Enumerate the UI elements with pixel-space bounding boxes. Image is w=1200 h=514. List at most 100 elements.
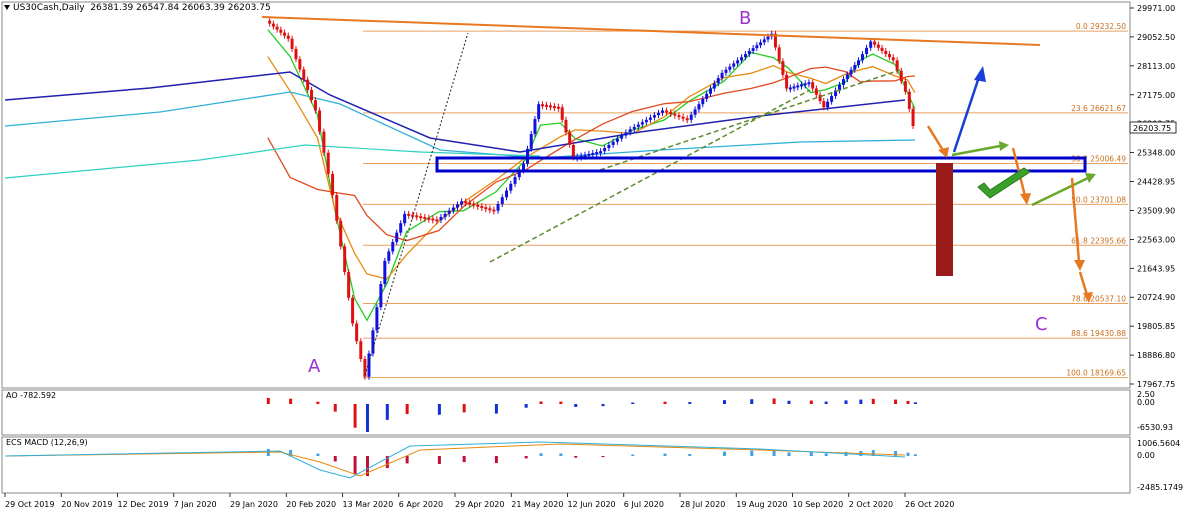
ao-bar bbox=[437, 404, 441, 415]
ao-bar bbox=[494, 404, 498, 414]
candle-body bbox=[803, 83, 807, 86]
candle-body bbox=[615, 138, 619, 142]
candle-body bbox=[496, 203, 500, 211]
candle-body bbox=[322, 131, 326, 153]
y-tick-label: 20724.90 bbox=[1137, 293, 1175, 302]
candle-body bbox=[286, 35, 290, 39]
candle-body bbox=[387, 251, 391, 261]
candle-body bbox=[624, 132, 628, 136]
macd-bar bbox=[316, 453, 320, 456]
price-chart: 0.0 29232.5023.6 26621.6738.2 25006.4950… bbox=[1, 1, 1183, 509]
candle-body bbox=[873, 41, 877, 45]
candle-body bbox=[513, 177, 517, 184]
macd-bar bbox=[333, 456, 337, 462]
macd-bar bbox=[631, 454, 635, 456]
candle-body bbox=[884, 50, 888, 55]
candle-body bbox=[830, 96, 834, 102]
candle-body bbox=[665, 110, 669, 113]
y-tick-label: 18886.80 bbox=[1137, 351, 1175, 360]
candle-body bbox=[628, 129, 632, 133]
macd-bar bbox=[688, 453, 692, 456]
candle-body bbox=[383, 260, 387, 285]
ao-bar bbox=[353, 404, 357, 428]
candle-body bbox=[656, 112, 660, 116]
candle-body bbox=[526, 148, 530, 164]
candle-body bbox=[860, 54, 864, 61]
ao-y-label: -6530.93 bbox=[1137, 423, 1173, 432]
candle-body bbox=[845, 74, 849, 80]
candle-body bbox=[660, 110, 664, 113]
candle-body bbox=[533, 119, 537, 134]
candle-body bbox=[359, 341, 363, 359]
candle-body bbox=[529, 133, 533, 149]
candle-body bbox=[903, 81, 907, 92]
macd-bar bbox=[559, 453, 563, 456]
candle-body bbox=[677, 115, 681, 118]
candle-body bbox=[880, 47, 884, 51]
candle-body bbox=[640, 122, 644, 125]
candle-body bbox=[732, 63, 736, 67]
candle-body bbox=[681, 116, 685, 119]
x-tick-label: 6 Apr 2020 bbox=[399, 500, 443, 509]
candle-body bbox=[799, 84, 803, 87]
candle-body bbox=[399, 223, 403, 233]
macd-bar bbox=[663, 453, 667, 456]
candle-body bbox=[431, 218, 435, 221]
x-tick-label: 21 May 2020 bbox=[511, 500, 563, 509]
candle-body bbox=[796, 85, 800, 88]
macd-bar bbox=[524, 456, 528, 459]
macd-bar bbox=[723, 451, 727, 456]
candle-body bbox=[728, 66, 732, 70]
candle-body bbox=[587, 153, 591, 156]
y-tick-label: 29971.00 bbox=[1137, 4, 1175, 13]
ao-bar bbox=[365, 404, 369, 432]
candle-body bbox=[736, 60, 740, 64]
y-tick-label: 17967.75 bbox=[1137, 380, 1175, 389]
ao-bar bbox=[289, 398, 293, 404]
candle-body bbox=[522, 163, 526, 171]
candle-body bbox=[484, 207, 488, 210]
candle-body bbox=[500, 197, 504, 204]
candle-body bbox=[331, 173, 335, 196]
candle-body bbox=[290, 38, 294, 49]
candle-body bbox=[781, 61, 785, 75]
candle-body bbox=[560, 107, 564, 120]
macd-bar bbox=[906, 452, 910, 456]
candle-body bbox=[351, 297, 355, 324]
candle-body bbox=[611, 141, 615, 145]
macd-panel-frame bbox=[1, 436, 1131, 494]
candle-body bbox=[371, 330, 375, 354]
candle-body bbox=[853, 65, 857, 70]
candle-body bbox=[907, 91, 911, 109]
ao-bar bbox=[559, 401, 563, 404]
time-axis: 29 Oct 2019 20 Nov 2019 12 Dec 2019 7 Jan 2… bbox=[4, 493, 954, 509]
candle-body bbox=[822, 101, 826, 108]
chart-header: US30Cash,Daily 26381.39 26547.84 26063.3… bbox=[4, 3, 271, 13]
x-tick-label: 12 Dec 2019 bbox=[118, 500, 169, 509]
ao-bar bbox=[906, 400, 910, 404]
last-price-label: 26203.75 bbox=[1133, 124, 1171, 133]
candle-body bbox=[888, 54, 892, 58]
x-tick-label: 13 Mar 2020 bbox=[343, 500, 394, 509]
x-tick-label: 6 Jul 2020 bbox=[624, 500, 664, 509]
ao-bar bbox=[723, 400, 727, 404]
candle-body bbox=[712, 83, 716, 89]
candle-body bbox=[476, 204, 480, 207]
candle-body bbox=[310, 89, 314, 101]
ao-bar bbox=[894, 399, 898, 404]
candle-body bbox=[505, 190, 509, 198]
candle-body bbox=[720, 72, 724, 79]
candle-body bbox=[571, 144, 575, 158]
macd-label: ECS MACD (12,26,9) bbox=[6, 438, 88, 447]
candle-body bbox=[268, 20, 272, 24]
candle-body bbox=[792, 86, 796, 89]
x-tick-label: 7 Jan 2020 bbox=[174, 500, 217, 509]
candle-body bbox=[339, 220, 343, 247]
ao-bar bbox=[871, 398, 875, 404]
candle-body bbox=[271, 23, 275, 27]
candle-body bbox=[673, 113, 677, 116]
candle-body bbox=[347, 272, 351, 298]
candle-body bbox=[318, 110, 322, 132]
y-tick-label: 21643.95 bbox=[1137, 264, 1175, 273]
candle-body bbox=[895, 60, 899, 71]
